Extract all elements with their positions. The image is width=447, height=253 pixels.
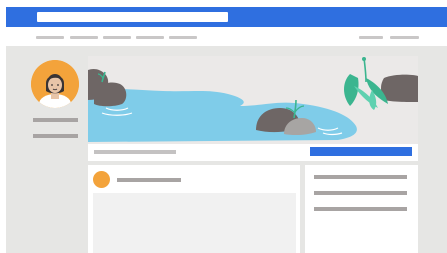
post-card [88, 165, 300, 253]
search-input[interactable] [37, 12, 228, 22]
nav-item-right-2[interactable] [390, 36, 419, 39]
top-app-bar [6, 7, 447, 27]
side-panel-item-3[interactable] [314, 207, 407, 211]
cover-image [88, 56, 418, 144]
nav-item-right-1[interactable] [359, 36, 383, 39]
side-panel-item-1[interactable] [314, 175, 407, 179]
side-panel [305, 165, 418, 253]
profile-detail-1 [33, 118, 78, 122]
lake-illustration [88, 56, 418, 144]
post-author-name[interactable] [117, 178, 181, 182]
cover-info-bar [88, 144, 418, 161]
profile-avatar[interactable] [31, 60, 79, 108]
nav-item-4[interactable] [136, 36, 164, 39]
nav-item-5[interactable] [169, 36, 197, 39]
cover-caption [94, 150, 176, 154]
side-panel-item-2[interactable] [314, 191, 407, 195]
post-author-avatar[interactable] [93, 171, 110, 188]
post-content [93, 193, 296, 253]
secondary-nav [6, 27, 447, 47]
profile-detail-2 [33, 134, 78, 138]
nav-item-2[interactable] [70, 36, 98, 39]
cover-action-button[interactable] [310, 147, 412, 156]
nav-item-3[interactable] [103, 36, 131, 39]
user-avatar-icon [31, 60, 79, 108]
nav-item-1[interactable] [36, 36, 64, 39]
